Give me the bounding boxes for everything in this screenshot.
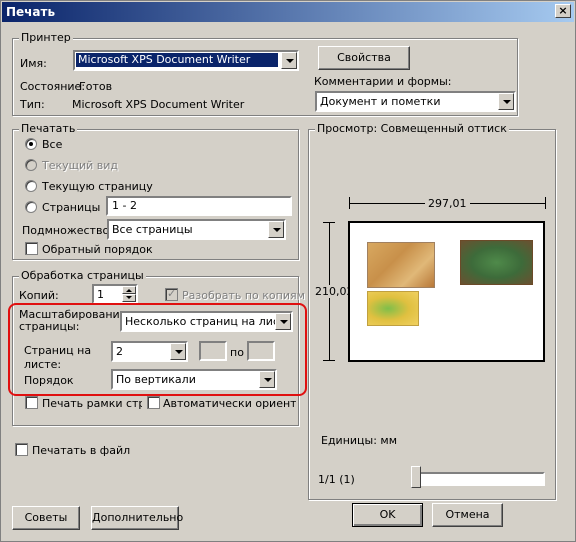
spin-up-icon[interactable] — [122, 286, 136, 294]
height-dimension-tick-bottom — [323, 360, 335, 361]
radio-pages[interactable] — [25, 201, 37, 213]
subset-label: Подмножество: — [22, 224, 113, 237]
radio-pages-label: Страницы — [42, 201, 101, 214]
printer-group-title: Принтер — [19, 31, 73, 44]
radio-all-label: Все — [42, 138, 63, 151]
print-dialog: Печать × Принтер Имя: Microsoft XPS Docu… — [0, 0, 576, 542]
chevron-down-icon[interactable] — [259, 371, 275, 388]
preview-title: Просмотр: Совмещенный оттиск — [315, 122, 509, 135]
height-dimension-tick-top — [323, 222, 335, 223]
pages-per-sheet-select[interactable]: 2 — [111, 341, 188, 362]
page-slider-track[interactable] — [411, 472, 545, 486]
type-label: Тип: — [20, 98, 45, 111]
properties-button[interactable]: Свойства — [318, 46, 410, 70]
reverse-order-checkbox[interactable] — [25, 242, 38, 255]
radio-current-view-label: Текущий вид — [42, 159, 119, 172]
print-borders-checkbox[interactable] — [25, 396, 38, 409]
radio-current-view[interactable] — [25, 159, 37, 171]
chevron-down-icon[interactable] — [170, 343, 186, 360]
thumbnail-map-3 — [367, 291, 419, 326]
radio-current-page-label: Текущую страницу — [42, 180, 153, 193]
radio-all[interactable] — [25, 138, 37, 150]
thumbnail-map-1 — [367, 242, 435, 288]
radio-current-page[interactable] — [25, 180, 37, 192]
tips-button[interactable]: Советы — [12, 506, 80, 530]
comments-label: Комментарии и формы: — [314, 75, 452, 88]
comments-value: Документ и пометки — [320, 95, 441, 108]
order-value: По вертикали — [116, 373, 196, 386]
ok-button[interactable]: OK — [352, 503, 423, 527]
subset-value: Все страницы — [112, 223, 193, 236]
scaling-label: Масштабирование страницы: — [19, 308, 127, 333]
reverse-order-label: Обратный порядок — [42, 243, 153, 256]
preview-sheet — [348, 221, 545, 362]
printer-name-value: Microsoft XPS Document Writer — [76, 53, 278, 67]
order-select[interactable]: По вертикали — [111, 369, 277, 390]
close-icon[interactable]: × — [555, 4, 571, 18]
cancel-button[interactable]: Отмена — [432, 503, 503, 527]
auto-rotate-checkbox[interactable] — [147, 396, 160, 409]
print-to-file-label: Печатать в файл — [32, 444, 131, 457]
chevron-down-icon[interactable] — [498, 93, 514, 110]
pages-input[interactable]: 1 - 2 — [106, 196, 292, 216]
copies-label: Копий: — [19, 289, 59, 302]
width-dimension-tick-left — [349, 197, 350, 209]
title-bar: Печать × — [2, 2, 574, 22]
thumbnail-map-2 — [460, 240, 533, 285]
copies-value: 1 — [97, 288, 104, 301]
order-label: Порядок — [24, 374, 74, 387]
window-title: Печать — [6, 5, 56, 19]
printer-name-label: Имя: — [20, 57, 47, 70]
printer-name-select[interactable]: Microsoft XPS Document Writer — [73, 50, 299, 71]
pages-per-sheet-value: 2 — [116, 345, 123, 358]
subset-select[interactable]: Все страницы — [107, 219, 286, 240]
scaling-select[interactable]: Несколько страниц на листе — [120, 311, 293, 332]
print-borders-label: Печать рамки стр — [42, 397, 142, 410]
print-to-file-checkbox[interactable] — [15, 443, 28, 456]
custom-rows-field[interactable] — [247, 341, 275, 361]
comments-select[interactable]: Документ и пометки — [315, 91, 516, 112]
copies-spinner[interactable]: 1 — [92, 284, 138, 304]
chevron-down-icon[interactable] — [275, 313, 291, 330]
by-label: по — [230, 346, 244, 359]
advanced-button[interactable]: Дополнительно — [91, 506, 183, 530]
chevron-down-icon[interactable] — [281, 52, 297, 69]
page-handling-group-title: Обработка страницы — [19, 269, 146, 282]
type-value: Microsoft XPS Document Writer — [72, 98, 245, 111]
page-slider-thumb[interactable] — [411, 466, 421, 488]
custom-columns-field[interactable] — [199, 341, 227, 361]
chevron-down-icon[interactable] — [268, 221, 284, 238]
status-value: Готов — [79, 80, 113, 93]
units-label: Единицы: мм — [321, 434, 398, 447]
collate-checkbox[interactable] — [165, 287, 178, 301]
status-label: Состояние: — [20, 80, 86, 93]
scaling-value: Несколько страниц на листе — [125, 315, 293, 328]
width-dimension-tick-right — [545, 197, 546, 209]
width-dimension-value: 297,01 — [425, 197, 470, 210]
auto-rotate-label: Автоматически ориентир — [163, 397, 296, 410]
print-range-group-title: Печатать — [19, 122, 78, 135]
collate-label: Разобрать по копиям — [182, 289, 305, 302]
spin-down-icon[interactable] — [122, 294, 136, 302]
page-counter: 1/1 (1) — [318, 473, 355, 486]
pages-per-sheet-label: Страниц на листе: — [24, 344, 92, 371]
